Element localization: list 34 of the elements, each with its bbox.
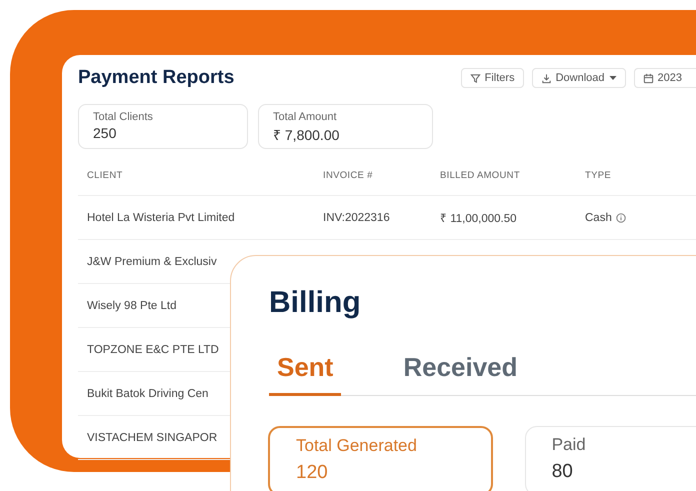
card-title: Billing <box>269 286 362 320</box>
table-cell: Hotel La Wisteria Pvt Limited <box>87 212 235 224</box>
column-header: BILLED AMOUNT <box>431 155 576 196</box>
download-icon <box>540 72 552 84</box>
calendar-icon <box>642 72 654 84</box>
column-header: INVOICE # <box>314 155 431 196</box>
stat-label: Total Clients <box>93 111 154 123</box>
table-cell: INV:2022316 <box>323 212 390 224</box>
table-cell: Bukit Batok Driving Cen <box>87 388 208 400</box>
filter-icon <box>470 72 481 84</box>
info-icon <box>616 212 626 222</box>
download-button[interactable]: Download <box>532 68 626 88</box>
tab[interactable]: Received <box>395 352 526 396</box>
filter-button[interactable]: Filters <box>460 68 524 88</box>
table-cell-text: ₹ 11,00,000.50 <box>440 212 516 225</box>
table-cell: VISTACHEM SINGAPOR <box>87 432 218 444</box>
caret-icon <box>608 75 617 81</box>
panel-title: Payment Reports <box>78 67 234 89</box>
summary-label: Paid <box>552 434 587 454</box>
stat-value: ₹ 7,800.00 <box>273 126 340 144</box>
summary-label: Total Generated <box>296 436 418 456</box>
table-cell: TOPZONE E&C PTE LTD <box>87 344 219 356</box>
column-header: TYPE <box>576 155 696 196</box>
summary-value: 120 <box>296 462 329 484</box>
summary-card[interactable]: Paid 80 <box>524 426 696 491</box>
table-cell: Cash <box>585 212 612 224</box>
table-cell: J&W Premium & Exclusiv <box>87 256 217 268</box>
column-header: CLIENT <box>78 155 314 196</box>
stat-value: 250 <box>93 125 118 141</box>
table-cell: Wisely 98 Pte Ltd <box>87 300 176 312</box>
summary-value: 80 <box>552 460 574 482</box>
tab[interactable]: Sent <box>269 352 342 396</box>
calendar-button[interactable]: 2023 <box>634 68 696 88</box>
stat-label: Total Amount <box>273 111 338 123</box>
